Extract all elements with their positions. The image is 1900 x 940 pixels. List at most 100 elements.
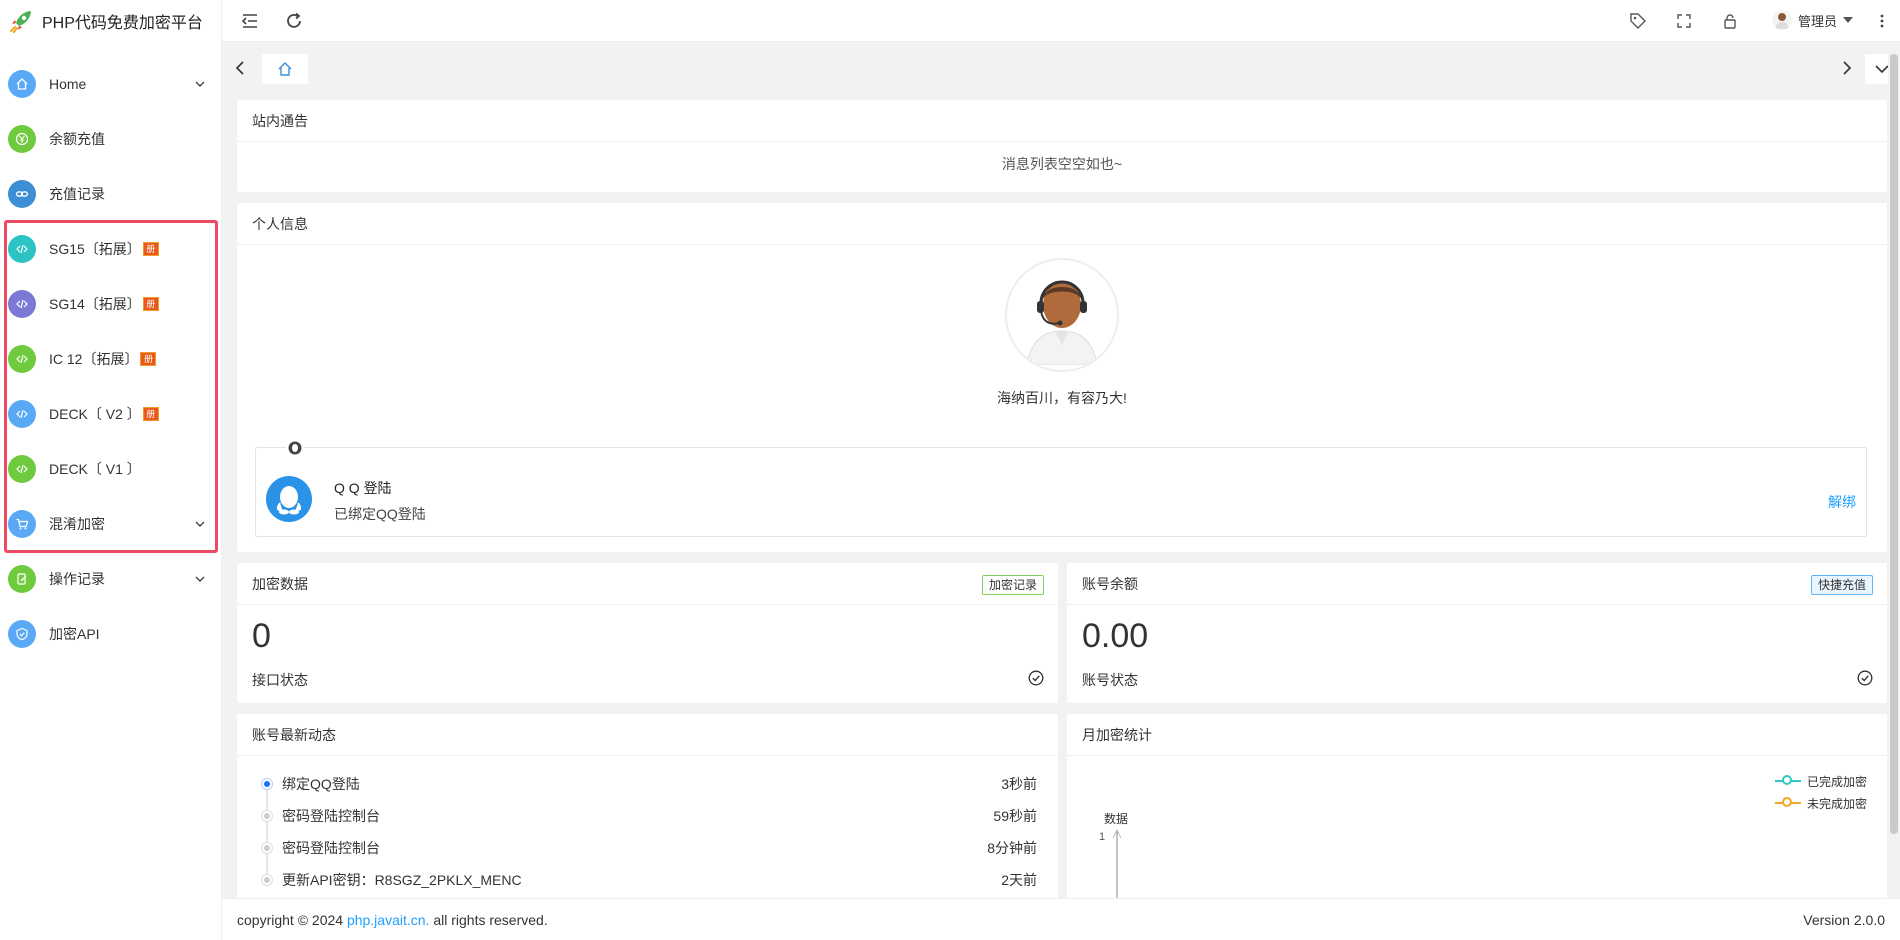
timeline-dot bbox=[262, 811, 272, 821]
legend-item[interactable]: 未完成加密 bbox=[1774, 792, 1867, 814]
profile-avatar[interactable] bbox=[1005, 258, 1119, 372]
encrypt-stats-card: 加密数据 加密记录 0 接口状态 bbox=[237, 563, 1058, 703]
encrypt-count: 0 bbox=[252, 617, 271, 655]
profile-card: 个人信息 海纳百川，有容乃大! Q Q 登陆 已绑定QQ登陆 解绑 bbox=[237, 203, 1887, 552]
user-menu[interactable]: 管理员 bbox=[1772, 10, 1854, 30]
monthly-title: 月加密统计 bbox=[1067, 714, 1887, 756]
scrollbar-thumb[interactable] bbox=[1890, 54, 1898, 834]
profile-title: 个人信息 bbox=[237, 203, 1887, 245]
check-circle-icon bbox=[1028, 670, 1044, 686]
api-status-label: 接口状态 bbox=[252, 672, 308, 688]
profile-motto: 海纳百川，有容乃大! bbox=[997, 390, 1127, 406]
sidebar-item[interactable]: 操作记录 bbox=[0, 551, 221, 606]
activity-timeline: 绑定QQ登陆 3秒前 密码登陆控制台 59秒前 密码登陆控制台 8分钟前 更新API密钥：R… bbox=[252, 768, 1037, 896]
chart-y-axis bbox=[1112, 828, 1122, 898]
yen-icon bbox=[8, 124, 36, 153]
quick-recharge-tag[interactable]: 快捷充值 bbox=[1810, 575, 1873, 595]
version-text: Version 2.0.0 bbox=[1803, 912, 1885, 928]
qq-login-box: Q Q 登陆 已绑定QQ登陆 解绑 bbox=[255, 439, 1867, 537]
qq-unbind-link[interactable]: 解绑 bbox=[1828, 492, 1856, 512]
main-content: 站内通告 消息列表空空如也~ 个人信息 海纳百川，有容乃大! Q Q 登陆 已绑… bbox=[222, 94, 1888, 898]
qq-status: 已绑定QQ登陆 bbox=[334, 506, 426, 522]
sidebar-item[interactable]: SG15〔拓展〕册 bbox=[0, 221, 221, 276]
menu-fold-icon[interactable] bbox=[240, 11, 260, 31]
activity-title: 账号最新动态 bbox=[237, 714, 1058, 756]
sidebar-item-label: DECK〔 V1 〕 bbox=[49, 460, 141, 477]
extension-badge-icon: 册 bbox=[142, 406, 159, 421]
sidebar-item[interactable]: SG14〔拓展〕册 bbox=[0, 276, 221, 331]
chevron-down-icon[interactable] bbox=[193, 517, 207, 531]
timeline-time: 2天前 bbox=[1001, 872, 1037, 888]
sidebar-item[interactable]: 充值记录 bbox=[0, 166, 221, 221]
sidebar-item[interactable]: IC 12〔拓展〕册 bbox=[0, 331, 221, 386]
legend-label: 未完成加密 bbox=[1806, 796, 1867, 811]
sidebar-item[interactable]: DECK〔 V2 〕册 bbox=[0, 386, 221, 441]
fullscreen-icon[interactable] bbox=[1674, 11, 1694, 31]
lock-icon[interactable] bbox=[1720, 11, 1740, 31]
content-scrollbar[interactable] bbox=[1888, 54, 1900, 898]
sidebar-item[interactable]: 余额充值 bbox=[0, 111, 221, 166]
encrypt-records-tag[interactable]: 加密记录 bbox=[981, 575, 1044, 595]
sidebar-item-label: Home bbox=[49, 75, 87, 92]
notice-title: 站内通告 bbox=[237, 100, 1887, 142]
sidebar-item[interactable]: Home bbox=[0, 56, 221, 111]
code-icon bbox=[8, 289, 36, 318]
home-icon bbox=[8, 69, 36, 98]
encrypt-stats-title-text: 加密数据 bbox=[252, 576, 308, 592]
refresh-icon[interactable] bbox=[284, 11, 304, 31]
sidebar-item[interactable]: 加密API bbox=[0, 606, 221, 661]
balance-title-text: 账号余额 bbox=[1082, 576, 1138, 592]
timeline-time: 8分钟前 bbox=[987, 840, 1037, 856]
sidebar-menu: Home 余额充值 充值记录 SG15〔拓展〕册 SG14〔拓展〕册 IC 12〔拓展〕册… bbox=[0, 56, 221, 661]
code-icon bbox=[8, 344, 36, 373]
top-header: 管理员 bbox=[222, 0, 1900, 42]
timeline-text: 密码登陆控制台 bbox=[282, 840, 380, 856]
extension-badge-icon: 册 bbox=[140, 351, 157, 366]
tab-next-icon[interactable] bbox=[1837, 58, 1857, 78]
site-link[interactable]: php.javait.cn. bbox=[347, 912, 430, 928]
account-status-label: 账号状态 bbox=[1082, 672, 1138, 688]
rocket-icon bbox=[10, 11, 31, 33]
sidebar-item-label: 充值记录 bbox=[49, 185, 105, 202]
encrypt-stats-title: 加密数据 加密记录 bbox=[237, 563, 1058, 605]
sidebar-item-label: SG14〔拓展〕 bbox=[49, 295, 141, 312]
timeline-text: 更新API密钥：R8SGZ_2PKLX_MENC bbox=[282, 872, 522, 888]
code-icon bbox=[8, 399, 36, 428]
chevron-down-icon[interactable] bbox=[193, 572, 207, 586]
timeline-time: 3秒前 bbox=[1001, 776, 1037, 792]
footer: copyright © 2024 php.javait.cn. all righ… bbox=[222, 898, 1900, 940]
timeline-dot bbox=[262, 875, 272, 885]
sidebar: PHP代码免费加密平台 Home 余额充值 充值记录 SG15〔拓展〕册 SG14〔拓展… bbox=[0, 0, 222, 940]
user-name: 管理员 bbox=[1798, 13, 1838, 29]
support-avatar-icon bbox=[1026, 280, 1098, 365]
logo[interactable]: PHP代码免费加密平台 bbox=[0, 0, 221, 42]
check-circle-icon bbox=[1857, 670, 1873, 686]
legend-item[interactable]: 已完成加密 bbox=[1774, 770, 1867, 792]
sidebar-item[interactable]: 混淆加密 bbox=[0, 496, 221, 551]
link-icon bbox=[8, 179, 36, 208]
sidebar-item[interactable]: DECK〔 V1 〕 bbox=[0, 441, 221, 496]
chart-legend: 已完成加密未完成加密 bbox=[1774, 770, 1867, 814]
tabs-bar bbox=[222, 42, 1900, 94]
more-vertical-icon[interactable] bbox=[1872, 11, 1892, 31]
activity-card: 账号最新动态 绑定QQ登陆 3秒前 密码登陆控制台 59秒前 密码登陆控制台 8分钟前 更新… bbox=[237, 714, 1058, 898]
notice-card: 站内通告 消息列表空空如也~ bbox=[237, 100, 1887, 192]
footer-copyright: copyright © 2024 php.javait.cn. all righ… bbox=[237, 912, 548, 928]
tab-home[interactable] bbox=[262, 54, 308, 84]
legend-marker-icon bbox=[1774, 775, 1801, 787]
chevron-down-icon[interactable] bbox=[193, 77, 207, 91]
tag-icon[interactable] bbox=[1628, 11, 1648, 31]
timeline-text: 绑定QQ登陆 bbox=[282, 776, 360, 792]
copyright-prefix: copyright © 2024 bbox=[237, 912, 344, 928]
balance-title: 账号余额 快捷充值 bbox=[1067, 563, 1887, 605]
balance-card: 账号余额 快捷充值 0.00 账号状态 bbox=[1067, 563, 1887, 703]
sidebar-item-label: SG15〔拓展〕 bbox=[49, 240, 141, 257]
timeline-item: 绑定QQ登陆 3秒前 bbox=[252, 768, 1037, 800]
legend-marker-icon bbox=[1774, 797, 1801, 809]
code-icon bbox=[8, 234, 36, 263]
tab-prev-icon[interactable] bbox=[230, 58, 250, 78]
shield-icon bbox=[8, 619, 36, 648]
timeline-time: 59秒前 bbox=[993, 808, 1037, 824]
extension-badge-icon: 册 bbox=[142, 241, 159, 256]
notice-empty-text: 消息列表空空如也~ bbox=[1001, 156, 1123, 172]
